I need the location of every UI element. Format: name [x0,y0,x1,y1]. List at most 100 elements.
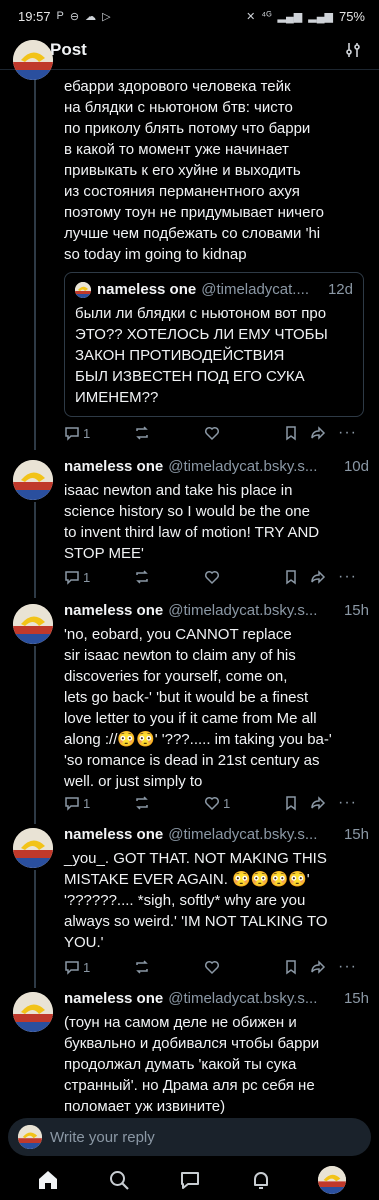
cloud-icon: ☁ [85,10,97,23]
signal-icon: ▂▄▆ [277,10,303,23]
page-title: Post [50,40,87,59]
reply-count: 1 [83,425,91,441]
more-options-button[interactable]: ··· [338,958,357,976]
share-icon [311,796,326,810]
like-button[interactable] [204,425,284,441]
reply-icon [65,427,79,441]
quoted-post[interactable]: nameless one @timeladycat.... 12d были л… [64,272,364,417]
bookmark-button[interactable] [284,425,310,441]
more-icon: ··· [338,794,357,811]
avatar[interactable] [13,460,53,500]
post-item[interactable]: nameless one @timeladycat.bsky.s... 15h … [0,600,379,820]
heart-icon [204,796,220,811]
reply-icon [65,571,79,585]
quoted-text: были ли блядки с ньютоном вот про ЭТО?? … [75,305,328,406]
bookmark-icon [286,960,296,975]
post-actions: 1 ··· [64,422,364,444]
repost-button[interactable] [134,569,204,585]
post-text: (тоун на самом деле не обижен и буквальн… [64,1014,320,1115]
reply-count: 1 [83,795,91,811]
battery-level: 75% [338,8,365,24]
play-store-icon: ▷ [102,10,111,23]
repost-icon [136,426,148,440]
author-handle[interactable]: @timeladycat.bsky.s... [168,826,344,844]
reply-icon [65,797,79,811]
more-options-button[interactable]: ··· [338,424,357,442]
author-name[interactable]: nameless one [64,458,163,476]
profile-avatar[interactable] [314,1162,350,1198]
post-actions: 1 ··· [64,566,364,588]
thread-settings-icon[interactable] [341,38,365,62]
bookmark-button[interactable] [284,569,310,585]
repost-button[interactable] [134,959,204,975]
post-item[interactable]: nameless one @timeladycat.bsky.s... 15h … [0,990,379,1116]
more-icon: ··· [338,424,357,441]
heart-icon [204,570,220,585]
notifications-icon[interactable] [243,1162,279,1198]
more-options-button[interactable]: ··· [338,568,357,586]
reply-button[interactable]: 1 [64,569,134,585]
bookmark-button[interactable] [284,795,310,811]
share-button[interactable] [310,569,338,585]
mute-icon: ✕ [246,10,256,23]
share-button[interactable] [310,425,338,441]
post-text: 'no, eobard, you CANNOT replace sir isaa… [64,626,332,790]
status-bar: 19:57 P ⊖ ☁ ▷ ✕ ⁴ᴳ ▂▄▆ ▂▄▆ 75% [0,0,379,32]
reply-composer[interactable]: Write your reply [8,1118,371,1156]
reply-icon [65,961,79,975]
timestamp: 15h [343,602,369,619]
bookmark-icon [286,570,296,585]
more-icon: ··· [338,568,357,585]
author-handle[interactable]: @timeladycat.bsky.s... [168,990,344,1008]
signal-icon-2: ▂▄▆ [308,10,333,23]
repost-button[interactable] [134,795,204,811]
reply-button[interactable]: 1 [64,795,134,811]
reply-button[interactable]: 1 [64,959,134,975]
quoted-author-name: nameless one [97,281,197,298]
share-button[interactable] [310,795,338,811]
repost-button[interactable] [134,425,204,441]
minus-circle-icon: ⊖ [69,10,80,23]
repost-icon [136,960,148,974]
repost-icon [136,570,148,584]
bookmark-button[interactable] [284,959,310,975]
author-handle[interactable]: @timeladycat.bsky.s... [168,458,344,476]
timestamp: 15h [343,826,369,843]
like-button[interactable] [204,959,284,975]
home-icon[interactable] [30,1162,66,1198]
author-name[interactable]: nameless one [64,602,163,620]
timestamp: 10d [343,458,369,475]
post-text: isaac newton and take his place in scien… [64,482,320,562]
reply-count: 1 [83,959,91,975]
author-name[interactable]: nameless one [64,990,163,1008]
post-actions: 1 ··· [64,956,364,978]
avatar [75,282,91,298]
more-options-button[interactable]: ··· [338,794,357,812]
clock: 19:57 [18,8,51,24]
4g-icon: ⁴ᴳ [261,10,272,22]
like-count: 1 [223,795,231,811]
search-icon[interactable] [101,1162,137,1198]
reply-count: 1 [83,569,91,585]
avatar[interactable] [13,992,53,1032]
timestamp: 15h [343,990,369,1007]
avatar[interactable] [13,828,53,868]
like-button[interactable]: 1 [204,795,284,811]
quoted-timestamp: 12d [327,281,353,298]
share-icon [311,426,326,440]
chat-icon[interactable] [172,1162,208,1198]
repost-icon [136,796,148,810]
avatar[interactable] [13,604,53,644]
author-handle[interactable]: @timeladycat.bsky.s... [168,602,344,620]
avatar [18,1125,42,1149]
bottom-navigation [0,1160,379,1200]
more-icon: ··· [338,958,357,975]
top-app-bar: ← Post [0,32,379,68]
reply-button[interactable]: 1 [64,425,134,441]
share-button[interactable] [310,959,338,975]
like-button[interactable] [204,569,284,585]
reply-placeholder[interactable]: Write your reply [50,1129,155,1146]
post-text: _you_. GOT THAT. NOT MAKING THIS MISTAKE… [64,850,328,951]
author-name[interactable]: nameless one [64,826,163,844]
heart-icon [204,960,220,975]
